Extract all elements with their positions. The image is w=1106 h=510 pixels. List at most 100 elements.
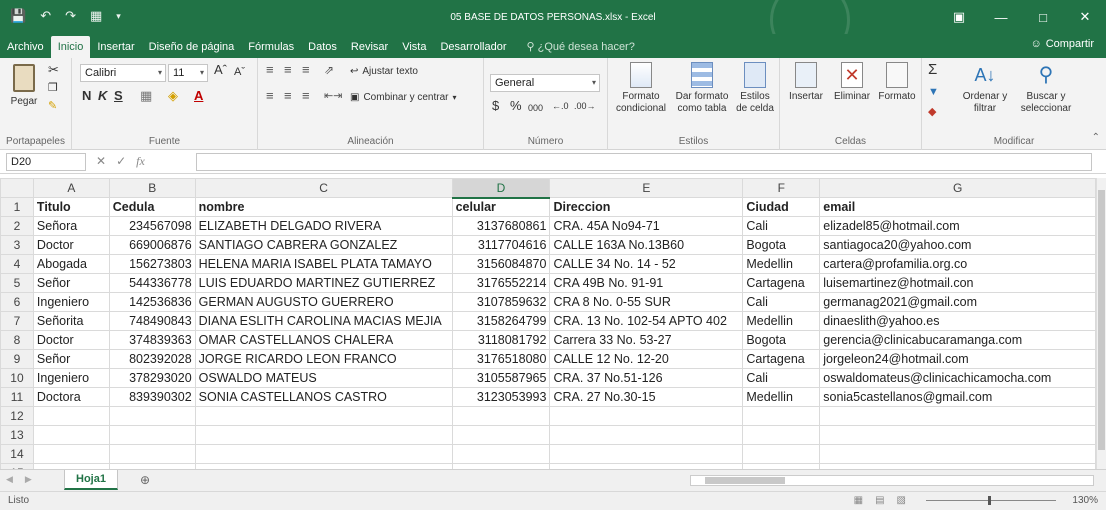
cell-e9[interactable]: CALLE 12 No. 12-20 bbox=[549, 349, 744, 369]
percent-button[interactable]: % bbox=[510, 99, 522, 112]
cell-b9[interactable]: 802392028 bbox=[108, 349, 196, 369]
column-header-b[interactable]: B bbox=[108, 178, 196, 198]
zoom-slider[interactable] bbox=[926, 496, 1056, 505]
row-header[interactable]: 3 bbox=[0, 235, 34, 255]
cell-b3[interactable]: 669006876 bbox=[108, 235, 196, 255]
column-header-f[interactable]: F bbox=[742, 178, 821, 198]
align-top-icon[interactable]: ≡ bbox=[266, 63, 274, 76]
row-header[interactable]: 5 bbox=[0, 273, 34, 293]
cell-g8[interactable]: gerencia@clinicabucaramanga.com bbox=[819, 330, 1096, 350]
cell-g9[interactable]: jorgeleon24@hotmail.com bbox=[819, 349, 1096, 369]
cell-a7[interactable]: Señorita bbox=[32, 311, 110, 331]
cell-a11[interactable]: Doctora bbox=[32, 387, 110, 407]
row-header[interactable]: 10 bbox=[0, 368, 34, 388]
cell-d9[interactable]: 3176518080 bbox=[451, 349, 551, 369]
cell-b4[interactable]: 156273803 bbox=[108, 254, 196, 274]
cell-a10[interactable]: Ingeniero bbox=[32, 368, 110, 388]
column-header-d[interactable]: D bbox=[451, 178, 551, 199]
cell-e8[interactable]: Carrera 33 No. 53-27 bbox=[549, 330, 744, 350]
cell-e14[interactable] bbox=[549, 444, 744, 464]
row-header[interactable]: 9 bbox=[0, 349, 34, 369]
row-header[interactable]: 14 bbox=[0, 444, 34, 464]
column-header-e[interactable]: E bbox=[549, 178, 744, 198]
cell-b10[interactable]: 378293020 bbox=[108, 368, 196, 388]
increase-decimal-icon[interactable]: ←.0 bbox=[552, 100, 569, 112]
cell-c12[interactable] bbox=[194, 406, 453, 426]
row-header[interactable]: 4 bbox=[0, 254, 34, 274]
italic-button[interactable]: K bbox=[98, 89, 107, 102]
cell-a12[interactable] bbox=[32, 406, 110, 426]
cell-c9[interactable]: JORGE RICARDO LEON FRANCO bbox=[194, 349, 453, 369]
scroll-thumb[interactable] bbox=[1098, 190, 1105, 450]
cell-g12[interactable] bbox=[819, 406, 1096, 426]
cell-c7[interactable]: DIANA ESLITH CAROLINA MACIAS MEJIA bbox=[194, 311, 453, 331]
cell-d7[interactable]: 3158264799 bbox=[451, 311, 551, 331]
format-cells-button[interactable]: Formato bbox=[876, 62, 918, 103]
cell-c5[interactable]: LUIS EDUARDO MARTINEZ GUTIERREZ bbox=[194, 273, 453, 293]
cell-e1[interactable]: Direccion bbox=[549, 197, 744, 217]
tab-insertar[interactable]: Insertar bbox=[90, 36, 141, 58]
font-size-select[interactable]: 11 ▾ bbox=[168, 64, 208, 82]
horizontal-scrollbar[interactable] bbox=[690, 475, 1094, 486]
cell-e11[interactable]: CRA. 27 No.30-15 bbox=[549, 387, 744, 407]
cell-b11[interactable]: 839390302 bbox=[108, 387, 196, 407]
cell-d13[interactable] bbox=[451, 425, 551, 445]
cell-f1[interactable]: Ciudad bbox=[742, 197, 821, 217]
vertical-scrollbar[interactable] bbox=[1096, 178, 1106, 469]
row-header[interactable]: 12 bbox=[0, 406, 34, 426]
cell-b1[interactable]: Cedula bbox=[108, 197, 196, 217]
grow-font-icon[interactable]: Aˆ bbox=[214, 63, 227, 76]
row-header[interactable]: 11 bbox=[0, 387, 34, 407]
cell-g1[interactable]: email bbox=[819, 197, 1096, 217]
cell-c6[interactable]: GERMAN AUGUSTO GUERRERO bbox=[194, 292, 453, 312]
tab-archivo[interactable]: Archivo bbox=[0, 36, 51, 58]
cell-d6[interactable]: 3107859632 bbox=[451, 292, 551, 312]
cell-d3[interactable]: 3117704616 bbox=[451, 235, 551, 255]
cell-c2[interactable]: ELIZABETH DELGADO RIVERA bbox=[194, 216, 453, 236]
cell-b6[interactable]: 142536836 bbox=[108, 292, 196, 312]
formula-input[interactable] bbox=[196, 153, 1092, 171]
align-right-icon[interactable]: ≡ bbox=[302, 89, 310, 102]
next-sheet-icon[interactable]: ▶ bbox=[25, 474, 32, 485]
tell-me-search[interactable]: ⚲ ¿Qué desea hacer? bbox=[519, 36, 641, 58]
cell-a5[interactable]: Señor bbox=[32, 273, 110, 293]
number-format-select[interactable]: General ▾ bbox=[490, 74, 600, 92]
cell-d12[interactable] bbox=[451, 406, 551, 426]
cell-d4[interactable]: 3156084870 bbox=[451, 254, 551, 274]
cell-b7[interactable]: 748490843 bbox=[108, 311, 196, 331]
autosum-icon[interactable]: Σ bbox=[928, 62, 937, 77]
tab-desarrollador[interactable]: Desarrollador bbox=[433, 36, 513, 58]
shrink-font-icon[interactable]: Aˇ bbox=[234, 66, 245, 78]
maximize-icon[interactable]: □ bbox=[1022, 0, 1064, 34]
cell-e13[interactable] bbox=[549, 425, 744, 445]
thousands-button[interactable]: 000 bbox=[528, 102, 543, 114]
cell-c10[interactable]: OSWALDO MATEUS bbox=[194, 368, 453, 388]
fill-icon[interactable]: ▼ bbox=[928, 86, 939, 98]
minimize-icon[interactable]: — bbox=[980, 0, 1022, 34]
tab-f-rmulas[interactable]: Fórmulas bbox=[241, 36, 301, 58]
page-layout-icon[interactable]: ▤ bbox=[875, 495, 884, 506]
cell-e2[interactable]: CRA. 45A No94-71 bbox=[549, 216, 744, 236]
decrease-decimal-icon[interactable]: .00→ bbox=[574, 100, 596, 112]
page-break-icon[interactable]: ▧ bbox=[897, 495, 906, 506]
copy-icon[interactable]: ❐ bbox=[48, 82, 58, 94]
sheet-tab-hoja1[interactable]: Hoja1 bbox=[64, 470, 118, 490]
add-sheet-button[interactable]: ⊕ bbox=[140, 473, 150, 487]
column-header-a[interactable]: A bbox=[32, 178, 110, 198]
name-box[interactable]: D20 bbox=[6, 153, 86, 171]
cell-e10[interactable]: CRA. 37 No.51-126 bbox=[549, 368, 744, 388]
cell-d2[interactable]: 3137680861 bbox=[451, 216, 551, 236]
cell-a9[interactable]: Señor bbox=[32, 349, 110, 369]
merge-center-button[interactable]: ▣ Combinar y centrar ▾ bbox=[350, 92, 457, 104]
orientation-icon[interactable]: ⇗ bbox=[324, 64, 334, 76]
cell-a6[interactable]: Ingeniero bbox=[32, 292, 110, 312]
sort-filter-button[interactable]: A↓ Ordenar y filtrar bbox=[956, 62, 1014, 115]
share-button[interactable]: ☺ Compartir bbox=[1030, 38, 1094, 50]
cell-b2[interactable]: 234567098 bbox=[108, 216, 196, 236]
cell-a2[interactable]: Señora bbox=[32, 216, 110, 236]
cell-e7[interactable]: CRA. 13 No. 102-54 APTO 402 bbox=[549, 311, 744, 331]
normal-view-icon[interactable]: ▦ bbox=[854, 495, 863, 506]
cell-e4[interactable]: CALLE 34 No. 14 - 52 bbox=[549, 254, 744, 274]
cell-f3[interactable]: Bogota bbox=[742, 235, 821, 255]
cell-a13[interactable] bbox=[32, 425, 110, 445]
